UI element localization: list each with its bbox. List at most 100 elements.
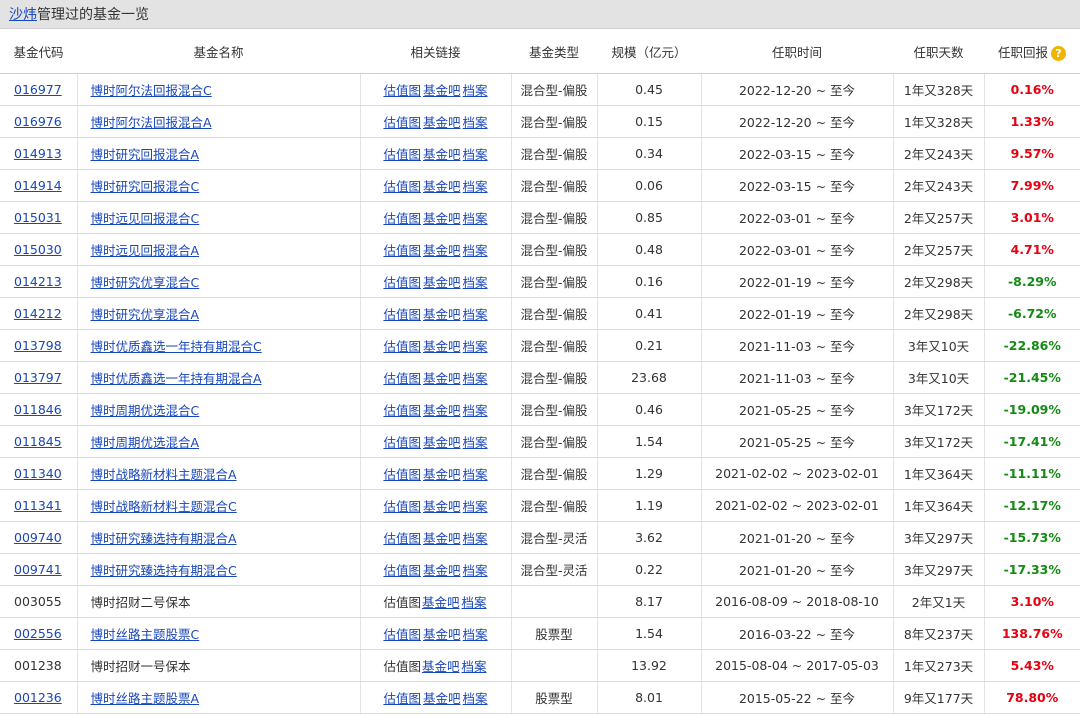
fund-profile-link[interactable]: 档案: [462, 659, 487, 674]
fund-forum-link[interactable]: 基金吧: [423, 115, 461, 130]
fund-name-link[interactable]: 博时研究优享混合A: [91, 307, 200, 322]
fund-name-link[interactable]: 博时研究回报混合A: [91, 147, 200, 162]
fund-code-link[interactable]: 013797: [14, 370, 62, 385]
fund-profile-link[interactable]: 档案: [463, 179, 488, 194]
fund-profile-link[interactable]: 档案: [463, 627, 488, 642]
fund-code-link[interactable]: 016976: [14, 114, 62, 129]
fund-code-link[interactable]: 014213: [14, 274, 62, 289]
fund-forum-link[interactable]: 基金吧: [423, 179, 461, 194]
fund-forum-link[interactable]: 基金吧: [422, 659, 460, 674]
tenure-return: -15.73%: [984, 521, 1080, 554]
fund-forum-link[interactable]: 基金吧: [423, 211, 461, 226]
fund-code-link[interactable]: 009741: [14, 562, 62, 577]
valuation-chart-link[interactable]: 估值图: [383, 147, 421, 162]
fund-profile-link[interactable]: 档案: [462, 595, 487, 610]
fund-name-link[interactable]: 博时阿尔法回报混合C: [91, 83, 212, 98]
valuation-chart-link[interactable]: 估值图: [383, 307, 421, 322]
fund-name-link[interactable]: 博时优质鑫选一年持有期混合C: [91, 339, 262, 354]
valuation-chart-link[interactable]: 估值图: [383, 115, 421, 130]
help-icon[interactable]: ?: [1051, 45, 1066, 61]
valuation-chart-link[interactable]: 估值图: [383, 403, 421, 418]
fund-profile-link[interactable]: 档案: [463, 147, 488, 162]
fund-name-link[interactable]: 博时周期优选混合C: [91, 403, 200, 418]
related-links-cell: 估值图基金吧档案: [360, 329, 512, 362]
fund-name-link[interactable]: 博时研究优享混合C: [91, 275, 200, 290]
fund-code-link[interactable]: 014913: [14, 146, 62, 161]
fund-code-link[interactable]: 016977: [14, 82, 62, 97]
fund-profile-link[interactable]: 档案: [463, 243, 488, 258]
valuation-chart-link[interactable]: 估值图: [383, 467, 421, 482]
manager-name-link[interactable]: 沙炜: [9, 4, 37, 24]
fund-forum-link[interactable]: 基金吧: [423, 531, 461, 546]
fund-name-link[interactable]: 博时研究臻选持有期混合A: [91, 531, 237, 546]
fund-profile-link[interactable]: 档案: [463, 115, 488, 130]
fund-forum-link[interactable]: 基金吧: [423, 275, 461, 290]
fund-code-link[interactable]: 013798: [14, 338, 62, 353]
valuation-chart-link[interactable]: 估值图: [383, 211, 421, 226]
fund-name-link[interactable]: 博时远见回报混合C: [91, 211, 200, 226]
fund-profile-link[interactable]: 档案: [463, 275, 488, 290]
fund-forum-link[interactable]: 基金吧: [423, 627, 461, 642]
fund-profile-link[interactable]: 档案: [463, 371, 488, 386]
valuation-chart-link[interactable]: 估值图: [383, 435, 421, 450]
valuation-chart-link[interactable]: 估值图: [383, 563, 421, 578]
fund-name-link[interactable]: 博时战略新材料主题混合C: [91, 499, 237, 514]
valuation-chart-link[interactable]: 估值图: [383, 179, 421, 194]
fund-code-link[interactable]: 002556: [14, 626, 62, 641]
fund-name-link[interactable]: 博时战略新材料主题混合A: [91, 467, 237, 482]
fund-code-link[interactable]: 014212: [14, 306, 62, 321]
fund-forum-link[interactable]: 基金吧: [423, 339, 461, 354]
fund-name-link[interactable]: 博时阿尔法回报混合A: [91, 115, 212, 130]
fund-profile-link[interactable]: 档案: [463, 467, 488, 482]
fund-code-link[interactable]: 011340: [14, 466, 62, 481]
fund-name-cell: 博时周期优选混合A: [77, 425, 361, 458]
fund-code-link[interactable]: 015030: [14, 242, 62, 257]
fund-code-link[interactable]: 011845: [14, 434, 62, 449]
fund-profile-link[interactable]: 档案: [463, 691, 488, 706]
fund-forum-link[interactable]: 基金吧: [423, 371, 461, 386]
fund-code-link[interactable]: 014914: [14, 178, 62, 193]
tenure-return: -11.11%: [984, 457, 1080, 490]
fund-profile-link[interactable]: 档案: [463, 339, 488, 354]
fund-forum-link[interactable]: 基金吧: [423, 435, 461, 450]
fund-name-link[interactable]: 博时远见回报混合A: [91, 243, 200, 258]
fund-forum-link[interactable]: 基金吧: [423, 691, 461, 706]
fund-forum-link[interactable]: 基金吧: [423, 403, 461, 418]
fund-forum-link[interactable]: 基金吧: [423, 147, 461, 162]
valuation-chart-link[interactable]: 估值图: [383, 83, 421, 98]
fund-forum-link[interactable]: 基金吧: [422, 595, 460, 610]
valuation-chart-link[interactable]: 估值图: [383, 243, 421, 258]
fund-profile-link[interactable]: 档案: [463, 83, 488, 98]
valuation-chart-link[interactable]: 估值图: [383, 499, 421, 514]
valuation-chart-link[interactable]: 估值图: [383, 627, 421, 642]
fund-name-link[interactable]: 博时优质鑫选一年持有期混合A: [91, 371, 262, 386]
fund-forum-link[interactable]: 基金吧: [423, 307, 461, 322]
fund-forum-link[interactable]: 基金吧: [423, 499, 461, 514]
fund-name-link[interactable]: 博时研究臻选持有期混合C: [91, 563, 237, 578]
fund-name-link[interactable]: 博时周期优选混合A: [91, 435, 200, 450]
valuation-chart-link[interactable]: 估值图: [383, 275, 421, 290]
fund-forum-link[interactable]: 基金吧: [423, 243, 461, 258]
fund-profile-link[interactable]: 档案: [463, 403, 488, 418]
fund-forum-link[interactable]: 基金吧: [423, 467, 461, 482]
valuation-chart-link[interactable]: 估值图: [383, 531, 421, 546]
fund-name-link[interactable]: 博时丝路主题股票A: [91, 691, 200, 706]
fund-code-link[interactable]: 011341: [14, 498, 62, 513]
fund-code-link[interactable]: 001236: [14, 690, 62, 705]
fund-profile-link[interactable]: 档案: [463, 499, 488, 514]
valuation-chart-link[interactable]: 估值图: [383, 691, 421, 706]
fund-profile-link[interactable]: 档案: [463, 531, 488, 546]
fund-code-link[interactable]: 015031: [14, 210, 62, 225]
valuation-chart-link[interactable]: 估值图: [383, 339, 421, 354]
fund-forum-link[interactable]: 基金吧: [423, 83, 461, 98]
fund-profile-link[interactable]: 档案: [463, 435, 488, 450]
fund-code-link[interactable]: 011846: [14, 402, 62, 417]
fund-profile-link[interactable]: 档案: [463, 307, 488, 322]
fund-name-link[interactable]: 博时丝路主题股票C: [91, 627, 200, 642]
fund-profile-link[interactable]: 档案: [463, 211, 488, 226]
fund-forum-link[interactable]: 基金吧: [423, 563, 461, 578]
fund-name-link[interactable]: 博时研究回报混合C: [91, 179, 200, 194]
valuation-chart-link[interactable]: 估值图: [383, 371, 421, 386]
fund-code-link[interactable]: 009740: [14, 530, 62, 545]
fund-profile-link[interactable]: 档案: [463, 563, 488, 578]
